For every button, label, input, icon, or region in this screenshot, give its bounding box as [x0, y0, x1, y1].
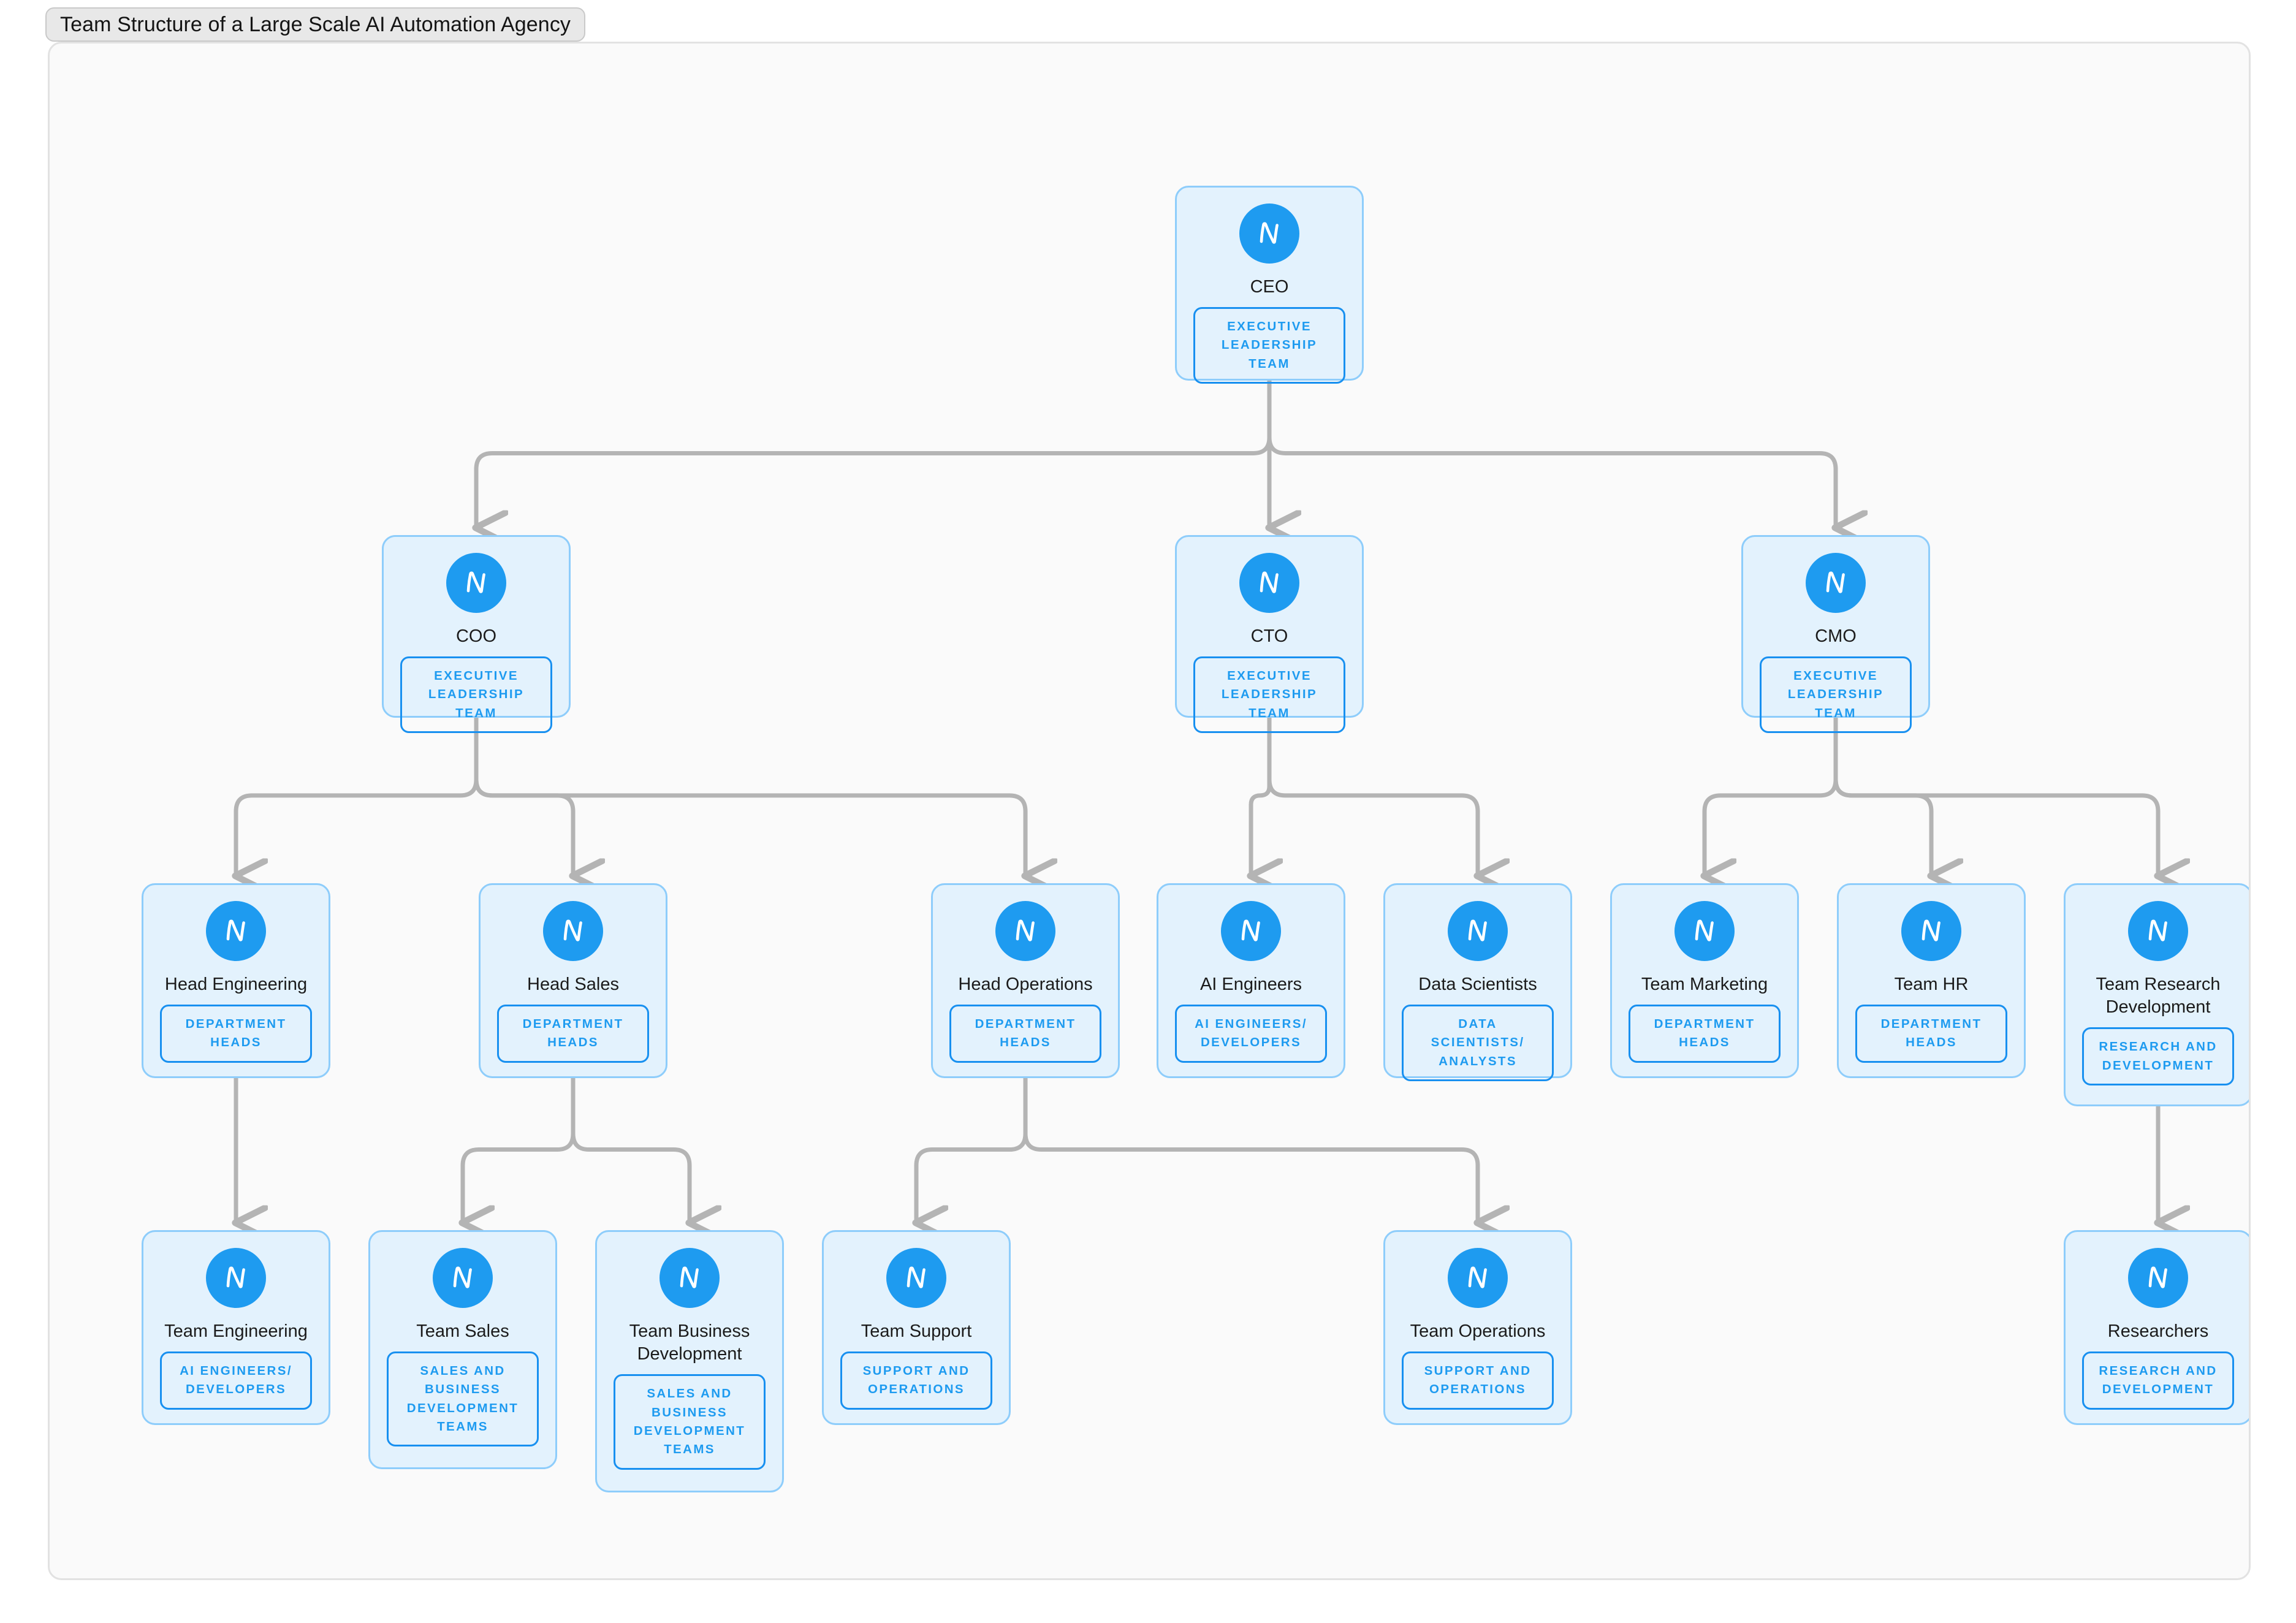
- org-node-title: Team Support: [861, 1321, 972, 1341]
- org-node-title: Team HR: [1894, 975, 1969, 994]
- org-node-badge: DEPARTMENT HEADS: [949, 1005, 1101, 1063]
- connector-cto-to-ai_eng: [1251, 715, 1269, 876]
- org-node-badge: DEPARTMENT HEADS: [1855, 1005, 2007, 1063]
- n-logo-icon: [1239, 553, 1299, 613]
- connector-cmo-to-team_hr: [1833, 715, 1931, 876]
- connector-head_sales-to-t_sales: [463, 1076, 576, 1223]
- connector-cmo-to-team_rd: [1833, 715, 2158, 876]
- org-node-cmo[interactable]: CMO EXECUTIVE LEADERSHIP TEAM: [1741, 535, 1930, 734]
- org-node-title: CEO: [1250, 277, 1289, 297]
- org-node-badge: EXECUTIVE LEADERSHIP TEAM: [1193, 307, 1345, 384]
- connector-head_ops-to-t_ops: [1023, 1076, 1478, 1223]
- n-logo-icon: [1674, 901, 1735, 961]
- n-logo-icon: [1448, 1248, 1508, 1308]
- n-logo-icon: [886, 1248, 946, 1308]
- org-node-team_rd[interactable]: Team Research Development RESEARCH AND DE…: [2064, 883, 2249, 1106]
- org-node-title: Researchers: [2107, 1321, 2209, 1341]
- org-node-title: Team Research Development: [2096, 975, 2221, 1017]
- org-node-title: Head Sales: [527, 975, 619, 994]
- n-logo-icon: [2128, 1248, 2188, 1308]
- n-logo-icon: [543, 901, 603, 961]
- org-node-title: CTO: [1250, 626, 1288, 646]
- n-logo-icon: [446, 553, 506, 613]
- connector-ceo-to-cmo: [1267, 378, 1836, 528]
- org-node-badge: AI ENGINEERS/ DEVELOPERS: [1175, 1005, 1327, 1063]
- n-logo-icon: [995, 901, 1055, 961]
- org-node-t_eng[interactable]: Team Engineering AI ENGINEERS/ DEVELOPERS: [142, 1230, 330, 1425]
- org-node-title: Team Sales: [416, 1321, 509, 1341]
- connector-coo-to-head_ops: [474, 715, 1025, 876]
- connector-coo-to-head_eng: [236, 715, 479, 876]
- org-node-title: Team Marketing: [1641, 975, 1768, 994]
- org-node-title: COO: [455, 626, 497, 646]
- org-node-badge: DEPARTMENT HEADS: [160, 1005, 312, 1063]
- org-node-t_ops[interactable]: Team Operations SUPPORT AND OPERATIONS: [1383, 1230, 1572, 1425]
- org-node-title: CMO: [1815, 626, 1857, 646]
- n-logo-icon: [1448, 901, 1508, 961]
- n-logo-icon: [206, 901, 266, 961]
- org-node-title: Team Engineering: [164, 1321, 308, 1341]
- org-node-team_hr[interactable]: Team HR DEPARTMENT HEADS: [1837, 883, 2026, 1078]
- org-node-title: Head Operations: [958, 975, 1093, 994]
- org-chart-page: Team Structure of a Large Scale AI Autom…: [0, 0, 2296, 1623]
- org-node-badge: SALES AND BUSINESS DEVELOPMENT TEAMS: [387, 1351, 539, 1447]
- org-node-ai_eng[interactable]: AI Engineers AI ENGINEERS/ DEVELOPERS: [1157, 883, 1345, 1078]
- connector-head_ops-to-t_support: [916, 1076, 1028, 1223]
- window-title-tab[interactable]: Team Structure of a Large Scale AI Autom…: [45, 7, 586, 42]
- org-node-badge: RESEARCH AND DEVELOPMENT: [2082, 1351, 2234, 1410]
- org-node-cto[interactable]: CTO EXECUTIVE LEADERSHIP TEAM: [1175, 535, 1364, 734]
- org-node-t_bizdev[interactable]: Team Business Development SALES AND BUSIN…: [595, 1230, 784, 1492]
- org-node-badge: SALES AND BUSINESS DEVELOPMENT TEAMS: [614, 1374, 766, 1470]
- diagram-canvas[interactable]: CEO EXECUTIVE LEADERSHIP TEAM COO EXECUTIVE…: [48, 42, 2251, 1580]
- org-node-team_mkt[interactable]: Team Marketing DEPARTMENT HEADS: [1610, 883, 1799, 1078]
- org-node-title: Head Engineering: [164, 975, 308, 994]
- org-node-badge: EXECUTIVE LEADERSHIP TEAM: [1760, 656, 1912, 734]
- n-logo-icon: [1239, 203, 1299, 264]
- org-node-title: AI Engineers: [1199, 975, 1302, 994]
- org-node-head_eng[interactable]: Head Engineering DEPARTMENT HEADS: [142, 883, 330, 1078]
- org-node-badge: DEPARTMENT HEADS: [497, 1005, 649, 1063]
- connector-ceo-to-coo: [476, 378, 1272, 528]
- org-node-badge: RESEARCH AND DEVELOPMENT: [2082, 1027, 2234, 1085]
- n-logo-icon: [1806, 553, 1866, 613]
- org-node-head_ops[interactable]: Head Operations DEPARTMENT HEADS: [931, 883, 1120, 1078]
- org-node-title: Team Operations: [1410, 1321, 1546, 1341]
- org-node-badge: AI ENGINEERS/ DEVELOPERS: [160, 1351, 312, 1410]
- n-logo-icon: [433, 1248, 493, 1308]
- n-logo-icon: [2128, 901, 2188, 961]
- connector-head_sales-to-t_bizdev: [571, 1076, 690, 1223]
- org-node-badge: EXECUTIVE LEADERSHIP TEAM: [400, 656, 552, 734]
- org-node-head_sales[interactable]: Head Sales DEPARTMENT HEADS: [479, 883, 667, 1078]
- org-node-research[interactable]: Researchers RESEARCH AND DEVELOPMENT: [2064, 1230, 2249, 1425]
- org-node-title: Team Business Development: [629, 1321, 750, 1364]
- n-logo-icon: [1221, 901, 1281, 961]
- n-logo-icon: [206, 1248, 266, 1308]
- org-node-t_support[interactable]: Team Support SUPPORT AND OPERATIONS: [822, 1230, 1011, 1425]
- connector-coo-to-head_sales: [474, 715, 573, 876]
- n-logo-icon: [660, 1248, 720, 1308]
- org-node-badge: SUPPORT AND OPERATIONS: [1402, 1351, 1554, 1410]
- org-node-badge: SUPPORT AND OPERATIONS: [840, 1351, 992, 1410]
- connector-cto-to-data_sci: [1267, 715, 1478, 876]
- org-node-title: Data Scientists: [1418, 975, 1537, 994]
- org-node-coo[interactable]: COO EXECUTIVE LEADERSHIP TEAM: [382, 535, 571, 734]
- connector-cmo-to-team_mkt: [1705, 715, 1838, 876]
- org-node-data_sci[interactable]: Data Scientists DATA SCIENTISTS/ ANALYSTS: [1383, 883, 1572, 1082]
- org-node-badge: DATA SCIENTISTS/ ANALYSTS: [1402, 1005, 1554, 1082]
- window-title-text: Team Structure of a Large Scale AI Autom…: [60, 12, 571, 36]
- org-node-badge: EXECUTIVE LEADERSHIP TEAM: [1193, 656, 1345, 734]
- org-node-t_sales[interactable]: Team Sales SALES AND BUSINESS DEVELOPMENT…: [368, 1230, 557, 1469]
- org-node-ceo[interactable]: CEO EXECUTIVE LEADERSHIP TEAM: [1175, 186, 1364, 384]
- n-logo-icon: [1901, 901, 1961, 961]
- org-node-badge: DEPARTMENT HEADS: [1629, 1005, 1781, 1063]
